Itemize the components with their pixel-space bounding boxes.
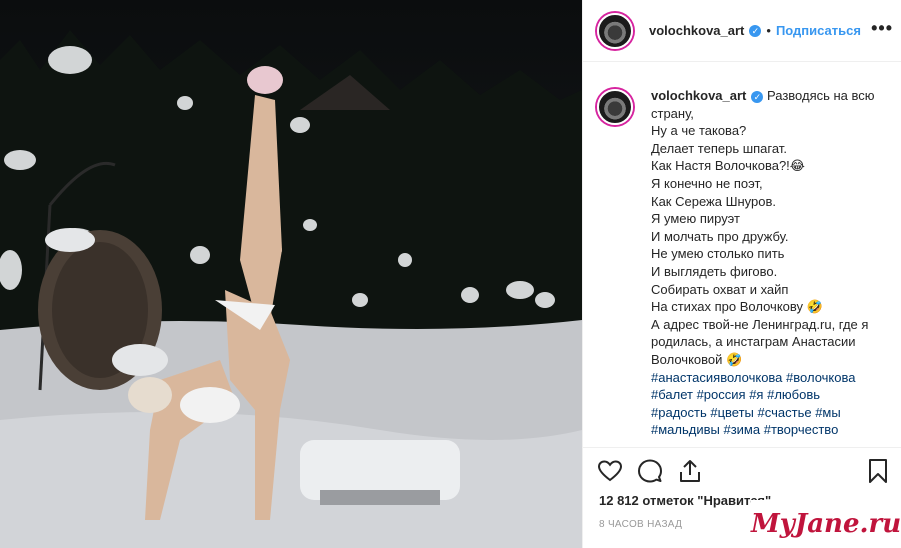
caption-line: Я конечно не поэт, [651,175,763,191]
caption-line: Как Сережа Шнуров. [651,193,776,209]
hashtag-link[interactable]: #радость [651,405,707,420]
caption-username-link[interactable]: volochkova_art [651,88,746,103]
caption-line: А адрес твой-не Ленинград.ru, где я роди… [651,316,869,367]
comment-icon[interactable] [637,458,663,484]
hashtag-link[interactable]: #анастасияволочкова [651,370,782,385]
separator-dot: • [766,23,771,38]
caption: volochkova_art ✓ Разводясь на всю страну,… [597,87,887,439]
hashtag-line: #мальдивы #зима #творчество [651,421,887,439]
caption-text: volochkova_art ✓ Разводясь на всю страну,… [651,87,887,439]
follow-button[interactable]: Подписаться [776,23,861,38]
bookmark-icon[interactable] [865,458,891,484]
verified-badge-icon: ✓ [751,90,764,103]
caption-line: И выглядеть фигово. [651,263,778,279]
hashtag-link[interactable]: #я [749,387,763,402]
site-watermark: MyJane.ru [751,500,901,548]
hashtag-link[interactable]: #любовь [767,387,820,402]
hashtag-link[interactable]: #зима [723,422,760,437]
hashtag-line: #балет #россия #я #любовь [651,386,887,404]
share-icon[interactable] [677,458,703,484]
post-side-panel: volochkova_art ✓ • Подписаться ••• voloc… [582,0,901,548]
caption-line: Не умею столько пить [651,246,785,262]
hashtag-line: #радость #цветы #счастье #мы [651,404,887,422]
caption-line: Собирать охват и хайп [651,281,789,297]
avatar[interactable] [597,12,633,49]
post-header: volochkova_art ✓ • Подписаться ••• [583,0,901,62]
caption-line: Как Настя Волочкова?!😂 [651,158,805,174]
action-bar [597,458,891,488]
username-link[interactable]: volochkova_art [649,23,744,38]
hashtag-link[interactable]: #цветы [710,405,754,420]
comments-area[interactable]: volochkova_art ✓ Разводясь на всю страну,… [583,62,901,448]
more-options-button[interactable]: ••• [871,18,893,39]
caption-line: Разводясь на всю [767,88,875,103]
hashtag-link[interactable]: #мы [815,405,841,420]
hashtag-link[interactable]: #творчество [764,422,839,437]
post-timestamp[interactable]: 8 ЧАСОВ НАЗАД [599,519,682,530]
hashtag-link[interactable]: #волочкова [786,370,855,385]
caption-line: И молчать про дружбу. [651,228,789,244]
hashtag-link[interactable]: #балет [651,387,693,402]
hashtag-link[interactable]: #россия [697,387,746,402]
likes-count[interactable]: 12 812 отметок "Нравится" [599,493,771,508]
hashtag-link[interactable]: #счастье [758,405,812,420]
hashtag-line: #анастасияволочкова #волочкова [651,369,887,387]
caption-line: Делает теперь шпагат. [651,140,787,156]
caption-line: страну, [651,105,694,121]
caption-line: На стихах про Волочкову 🤣 [651,299,823,315]
caption-line: Я умею пируэт [651,211,740,227]
caption-line: Ну а че такова? [651,123,747,139]
caption-avatar[interactable] [597,89,633,125]
heart-icon[interactable] [597,458,623,484]
post-photo[interactable] [0,0,582,548]
verified-badge-icon: ✓ [749,24,762,37]
photo-scene [0,30,582,548]
hashtag-link[interactable]: #мальдивы [651,422,720,437]
